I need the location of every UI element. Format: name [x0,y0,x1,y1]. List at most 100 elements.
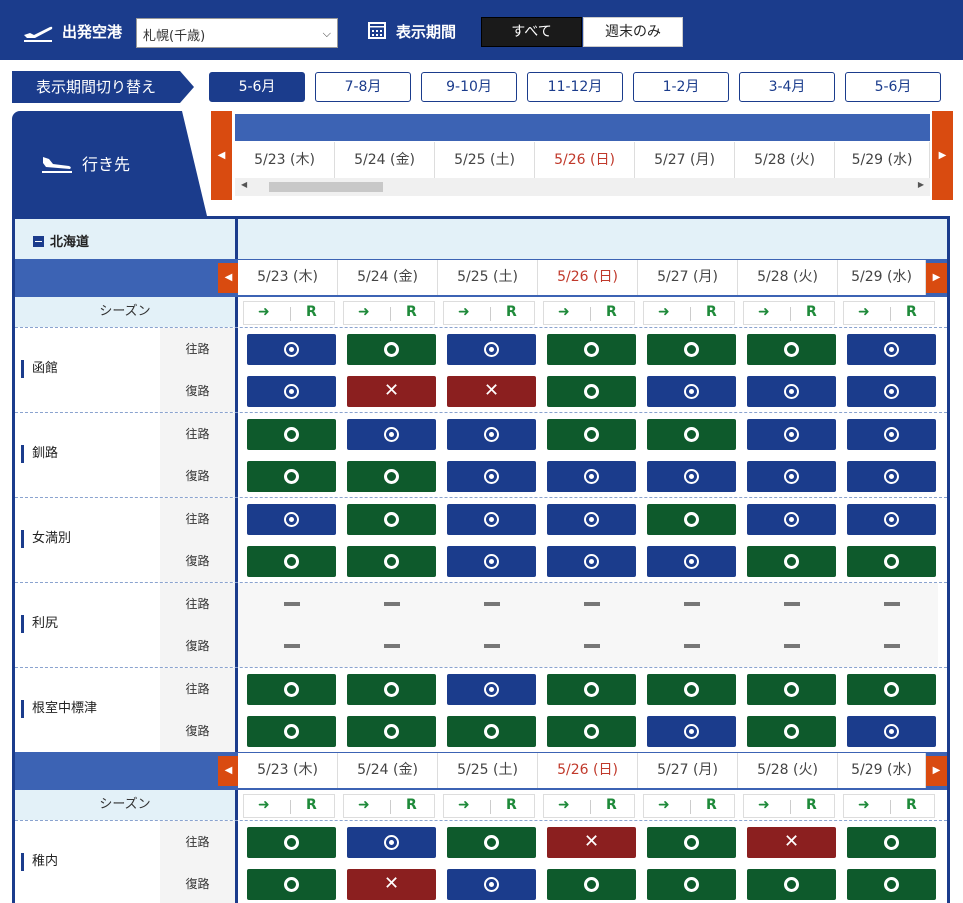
status-cell-ring[interactable] [247,546,336,577]
collapse-icon[interactable] [33,236,44,247]
status-cell-ring[interactable] [747,546,836,577]
status-cell-dash[interactable] [847,631,936,662]
scroll-left-arrow-icon[interactable]: ◀ [218,756,239,786]
status-cell-ring[interactable] [347,334,436,365]
status-cell-dash[interactable] [847,589,936,620]
status-cell-dash[interactable] [447,631,536,662]
period-tab[interactable]: 1-2月 [633,72,729,102]
status-cell-ring[interactable] [747,869,836,900]
status-cell-ring[interactable] [647,334,736,365]
status-cell-dot[interactable] [247,504,336,535]
status-cell-ring[interactable] [847,827,936,858]
status-cell-x[interactable]: ✕ [347,376,436,407]
scroll-right-arrow-icon[interactable]: ▶ [932,111,953,200]
status-cell-ring[interactable] [647,869,736,900]
status-cell-dash[interactable] [547,589,636,620]
status-cell-dot[interactable] [347,419,436,450]
status-cell-dot[interactable] [547,461,636,492]
status-cell-dot[interactable] [447,419,536,450]
period-tab[interactable]: 5-6月 [845,72,941,102]
status-cell-dot[interactable] [547,504,636,535]
status-cell-dot[interactable] [447,869,536,900]
scroll-right-arrow-icon[interactable]: ▶ [926,756,947,786]
scrollbar-right-icon[interactable]: ▶ [918,180,924,189]
status-cell-ring[interactable] [347,546,436,577]
status-cell-dot[interactable] [247,376,336,407]
status-cell-ring[interactable] [847,674,936,705]
status-cell-dash[interactable] [447,589,536,620]
status-cell-ring[interactable] [347,504,436,535]
period-tab[interactable]: 5-6月 [209,72,305,102]
status-cell-dot[interactable] [447,461,536,492]
status-cell-ring[interactable] [347,716,436,747]
period-tab[interactable]: 7-8月 [315,72,411,102]
status-cell-dot[interactable] [447,674,536,705]
scrollbar-left-icon[interactable]: ◀ [241,180,247,189]
status-cell-ring[interactable] [647,504,736,535]
status-cell-dash[interactable] [747,631,836,662]
status-cell-ring[interactable] [547,334,636,365]
status-cell-dot[interactable] [647,376,736,407]
scrollbar-thumb[interactable] [269,182,383,192]
period-tab[interactable]: 11-12月 [527,72,623,102]
status-cell-dot[interactable] [847,334,936,365]
scroll-right-arrow-icon[interactable]: ▶ [926,263,947,293]
status-cell-dot[interactable] [647,546,736,577]
period-tab[interactable]: 3-4月 [739,72,835,102]
status-cell-ring[interactable] [647,419,736,450]
status-cell-ring[interactable] [447,827,536,858]
status-cell-ring[interactable] [547,419,636,450]
period-weekend-button[interactable]: 週末のみ [583,17,683,47]
status-cell-dash[interactable] [247,631,336,662]
status-cell-ring[interactable] [747,716,836,747]
status-cell-ring[interactable] [247,674,336,705]
status-cell-dot[interactable] [847,716,936,747]
scroll-left-arrow-icon[interactable]: ◀ [218,263,239,293]
scroll-left-arrow-icon[interactable]: ◀ [211,111,232,200]
status-cell-ring[interactable] [547,869,636,900]
status-cell-dash[interactable] [647,631,736,662]
horizontal-scrollbar[interactable]: ◀ ▶ [235,178,930,196]
status-cell-dot[interactable] [747,461,836,492]
status-cell-ring[interactable] [847,546,936,577]
status-cell-dash[interactable] [347,631,436,662]
status-cell-dot[interactable] [447,504,536,535]
status-cell-ring[interactable] [247,827,336,858]
status-cell-dot[interactable] [647,461,736,492]
status-cell-dot[interactable] [347,827,436,858]
status-cell-dot[interactable] [847,376,936,407]
status-cell-ring[interactable] [447,716,536,747]
departure-select[interactable]: 札幌(千歳) ⌵ [136,18,338,48]
status-cell-ring[interactable] [547,674,636,705]
status-cell-ring[interactable] [847,869,936,900]
status-cell-dot[interactable] [847,461,936,492]
status-cell-x[interactable]: ✕ [447,376,536,407]
status-cell-dot[interactable] [847,419,936,450]
status-cell-ring[interactable] [647,827,736,858]
status-cell-x[interactable]: ✕ [747,827,836,858]
status-cell-dot[interactable] [747,376,836,407]
status-cell-dot[interactable] [747,504,836,535]
period-all-button[interactable]: すべて [481,17,582,47]
status-cell-ring[interactable] [747,334,836,365]
status-cell-dot[interactable] [447,334,536,365]
status-cell-dash[interactable] [647,589,736,620]
region-header[interactable]: 北海道 [15,219,947,259]
status-cell-ring[interactable] [347,674,436,705]
status-cell-ring[interactable] [247,461,336,492]
status-cell-dot[interactable] [447,546,536,577]
status-cell-dot[interactable] [547,546,636,577]
status-cell-dash[interactable] [247,589,336,620]
status-cell-ring[interactable] [347,461,436,492]
status-cell-dash[interactable] [347,589,436,620]
status-cell-ring[interactable] [247,869,336,900]
status-cell-ring[interactable] [247,716,336,747]
status-cell-x[interactable]: ✕ [347,869,436,900]
status-cell-ring[interactable] [547,376,636,407]
status-cell-ring[interactable] [647,674,736,705]
status-cell-dot[interactable] [247,334,336,365]
status-cell-ring[interactable] [547,716,636,747]
status-cell-x[interactable]: ✕ [547,827,636,858]
status-cell-dash[interactable] [547,631,636,662]
status-cell-ring[interactable] [747,674,836,705]
